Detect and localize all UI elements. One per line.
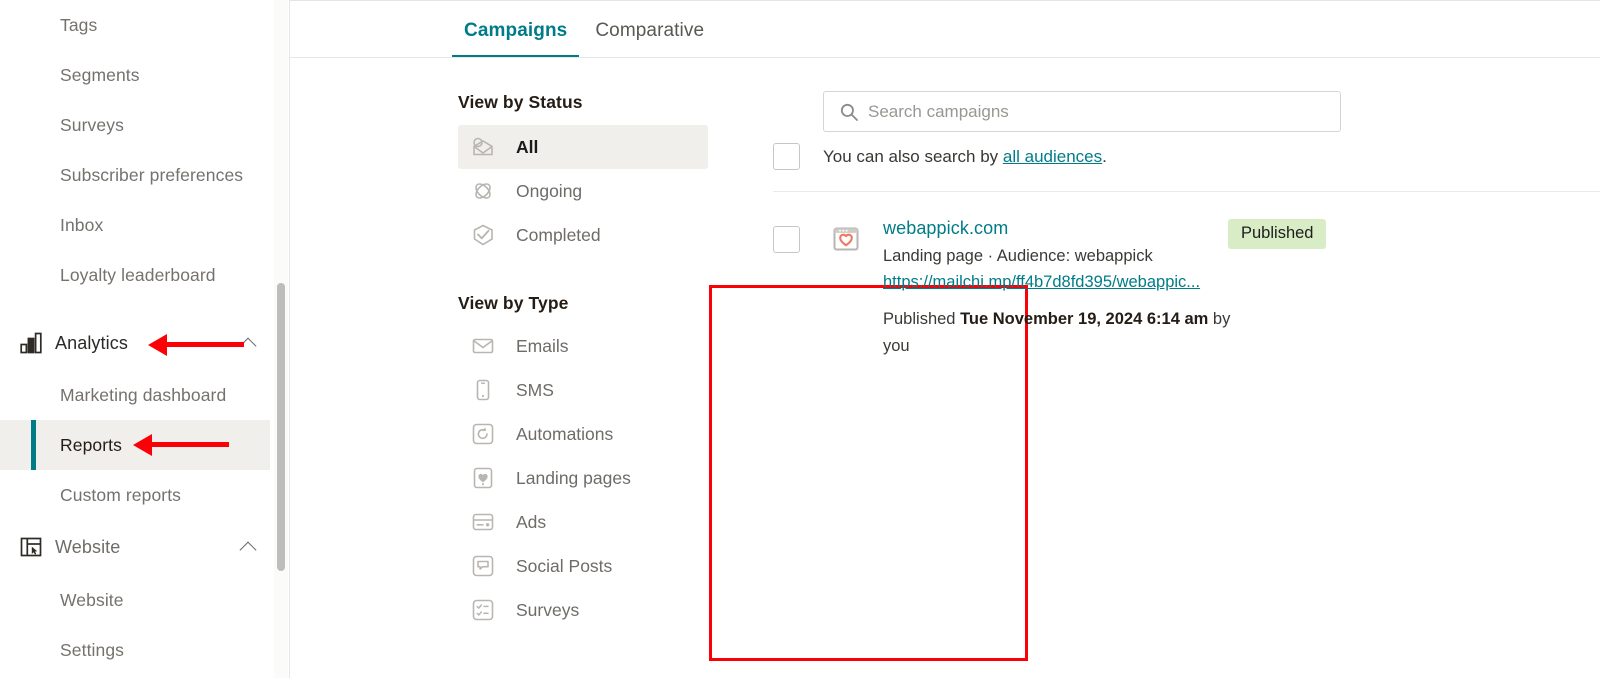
annotation-arrow-reports	[133, 434, 229, 456]
filter-status-completed[interactable]: Completed	[458, 213, 708, 257]
search-box[interactable]	[823, 91, 1341, 132]
filter-type-sms[interactable]: SMS	[458, 368, 708, 412]
sidebar-scrollbar-thumb[interactable]	[277, 283, 285, 571]
results-divider	[773, 191, 1600, 192]
phone-icon	[470, 377, 496, 403]
automation-icon	[470, 421, 496, 447]
filter-label: Completed	[516, 224, 601, 245]
sidebar-item-inbox[interactable]: Inbox	[0, 200, 272, 250]
view-by-status-title: View by Status	[458, 92, 583, 112]
campaign-checkbox[interactable]	[773, 226, 800, 253]
sidebar-item-label: Segments	[60, 64, 140, 85]
completed-icon	[470, 222, 496, 248]
search-by-suffix: .	[1102, 146, 1107, 166]
ongoing-icon	[470, 178, 496, 204]
sidebar-item-segments[interactable]: Segments	[0, 50, 272, 100]
tab-bar-baseline	[290, 57, 1600, 58]
sidebar-item-website-sub[interactable]: Website	[0, 575, 272, 625]
filter-label: SMS	[516, 379, 554, 400]
filter-type-social-posts[interactable]: Social Posts	[458, 544, 708, 588]
search-input[interactable]	[868, 101, 1340, 122]
sidebar-item-label: Website	[60, 589, 124, 610]
campaign-subtitle: Landing page · Audience: webappick	[883, 247, 1153, 265]
sidebar-item-label: Reports	[60, 434, 122, 455]
sidebar-item-website[interactable]: Website	[0, 522, 272, 572]
search-by-prefix: You can also search by	[823, 146, 1003, 166]
sidebar-item-label: Marketing dashboard	[60, 384, 227, 405]
tab-label: Campaigns	[464, 20, 568, 41]
campaign-meta-prefix: Published	[883, 310, 961, 328]
sidebar-item-label: Custom reports	[60, 484, 182, 505]
sidebar-item-label: Tags	[60, 14, 98, 35]
sidebar-item-label: Loyalty leaderboard	[60, 264, 216, 285]
sidebar-item-label: Analytics	[55, 332, 128, 353]
arrow-head	[133, 434, 152, 456]
filter-label: Emails	[516, 335, 569, 356]
sidebar-item-label: Settings	[60, 639, 125, 660]
sidebar-item-label: Subscriber preferences	[60, 164, 244, 185]
sidebar-item-subscriber-preferences[interactable]: Subscriber preferences	[0, 150, 272, 200]
filter-type-automations[interactable]: Automations	[458, 412, 708, 456]
tab-campaigns[interactable]: Campaigns	[450, 14, 581, 58]
filter-status-ongoing[interactable]: Ongoing	[458, 169, 708, 213]
sidebar-item-settings[interactable]: Settings	[0, 625, 272, 675]
main-content: Campaigns Comparative View by Status All…	[290, 0, 1600, 678]
bar-chart-icon	[18, 330, 44, 356]
arrow-shaft	[151, 442, 229, 447]
social-post-icon	[470, 553, 496, 579]
annotation-arrow-analytics	[148, 334, 244, 356]
sidebar-item-label: Surveys	[60, 114, 124, 135]
sidebar-item-label: Inbox	[60, 214, 104, 235]
filter-label: Surveys	[516, 599, 580, 620]
tab-comparative[interactable]: Comparative	[581, 14, 718, 58]
sidebar-item-custom-reports[interactable]: Custom reports	[0, 470, 272, 520]
survey-icon	[470, 597, 496, 623]
tab-label: Comparative	[595, 20, 705, 41]
envelope-icon	[470, 333, 496, 359]
search-by-audiences-text: You can also search by all audiences.	[823, 147, 1107, 167]
filter-type-ads[interactable]: Ads	[458, 500, 708, 544]
filter-label: Ongoing	[516, 180, 583, 201]
filter-label: All	[516, 136, 539, 157]
filter-type-emails[interactable]: Emails	[458, 324, 708, 368]
search-campaigns-wrapper	[823, 91, 1341, 132]
filter-status-all[interactable]: All	[458, 125, 708, 169]
select-all-checkbox[interactable]	[773, 143, 800, 170]
status-badge: Published	[1228, 219, 1327, 249]
all-campaigns-icon	[470, 134, 496, 160]
search-by-audiences-row: You can also search by all audiences.	[773, 143, 1107, 170]
tab-bar: Campaigns Comparative	[450, 14, 718, 58]
filter-label: Social Posts	[516, 555, 613, 576]
campaign-meta: Published Tue November 19, 2024 6:14 am …	[883, 306, 1238, 360]
sidebar-item-tags[interactable]: Tags	[0, 0, 272, 50]
landing-page-icon	[831, 224, 861, 259]
website-icon	[18, 534, 44, 560]
filter-type-surveys[interactable]: Surveys	[458, 588, 708, 632]
filter-type-landing-pages[interactable]: Landing pages	[458, 456, 708, 500]
filter-panel: View by Status All Ongoing Completed Vie…	[458, 92, 708, 632]
all-audiences-link[interactable]: all audiences	[1003, 147, 1102, 166]
sidebar-item-marketing-dashboard[interactable]: Marketing dashboard	[0, 370, 272, 420]
filter-label: Landing pages	[516, 467, 631, 488]
active-indicator	[31, 420, 36, 470]
view-by-type-title: View by Type	[458, 293, 569, 313]
campaign-url-link[interactable]: https://mailchi.mp/ff4b7d8fd395/webappic…	[883, 273, 1303, 292]
search-icon	[839, 102, 859, 127]
top-divider	[290, 0, 1600, 1]
arrow-shaft	[166, 342, 244, 347]
landing-page-icon	[470, 465, 496, 491]
arrow-head	[148, 334, 167, 356]
app-root: Tags Segments Surveys Subscriber prefere…	[0, 0, 1600, 678]
ads-icon	[470, 509, 496, 535]
sidebar-item-surveys[interactable]: Surveys	[0, 100, 272, 150]
campaign-meta-date: Tue November 19, 2024 6:14 am	[960, 310, 1209, 328]
sidebar-item-loyalty-leaderboard[interactable]: Loyalty leaderboard	[0, 250, 272, 300]
chevron-up-icon[interactable]	[239, 541, 257, 559]
sidebar-item-label: Website	[55, 536, 121, 557]
filter-label: Automations	[516, 423, 614, 444]
filter-label: Ads	[516, 511, 547, 532]
